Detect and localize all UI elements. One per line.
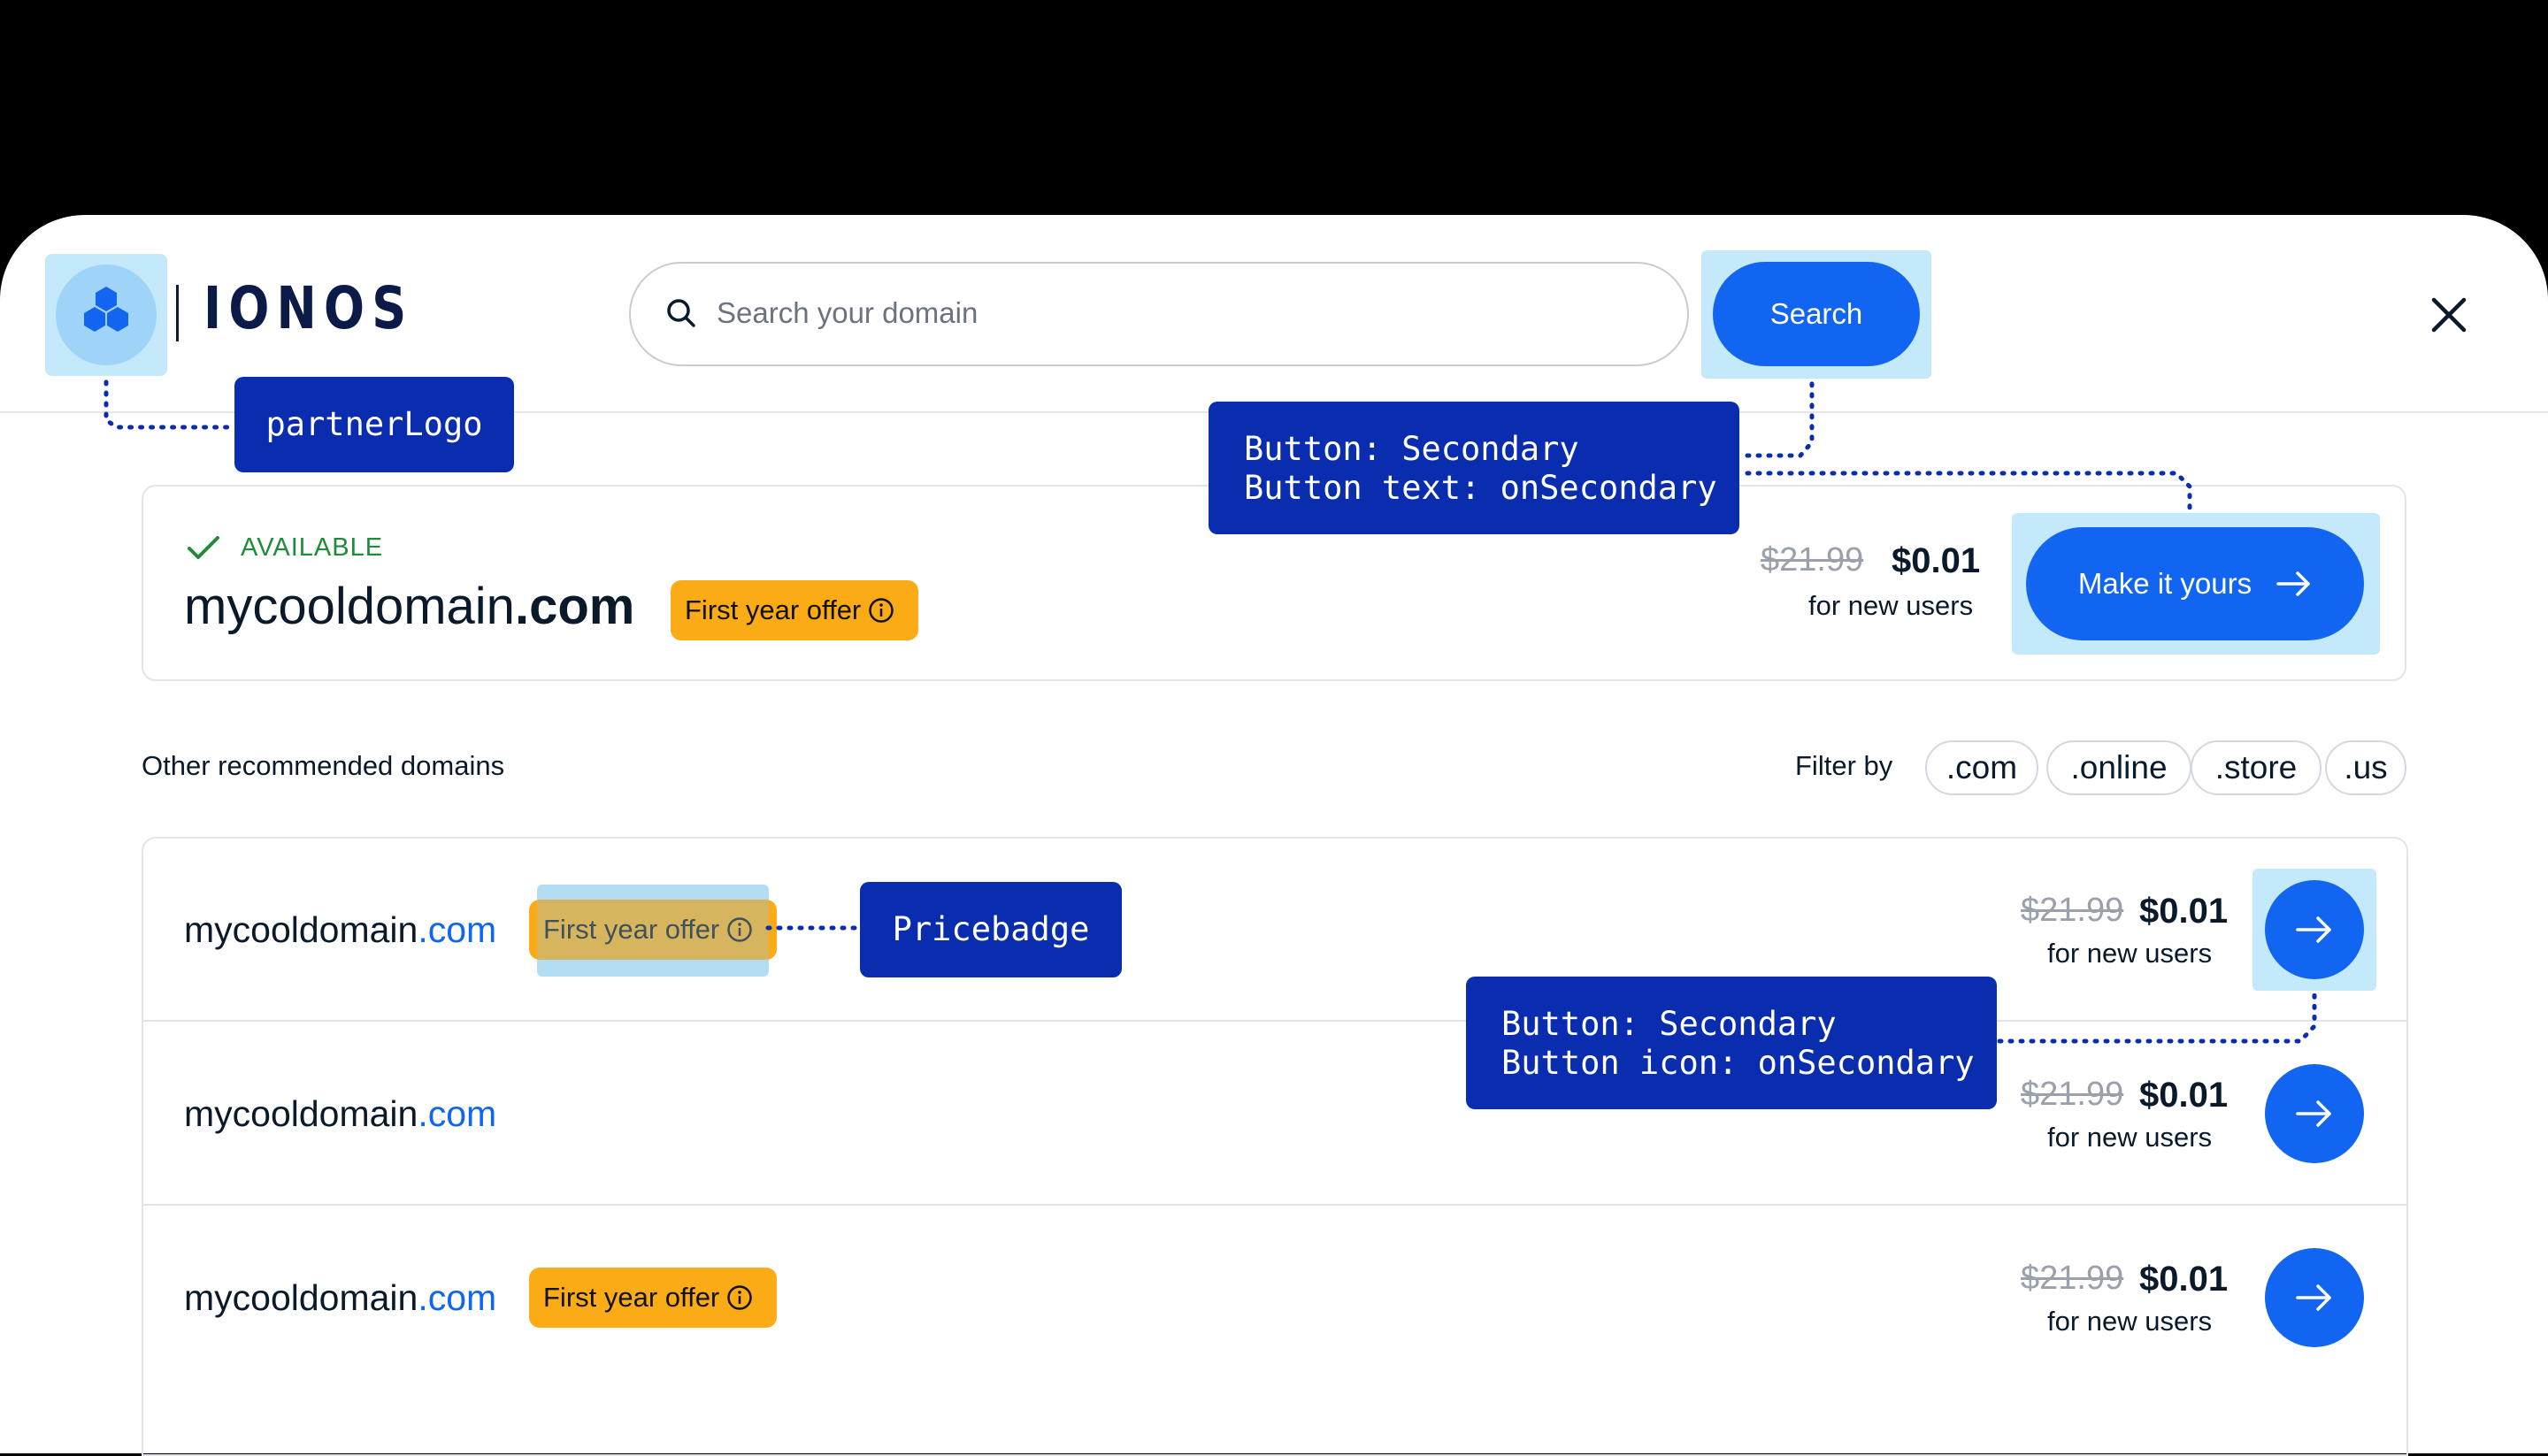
annotation-arrow-button: Button: Secondary Button icon: onSeconda… xyxy=(1466,977,1997,1109)
annotation-search-button: Button: Secondary Button text: onSeconda… xyxy=(1209,402,1739,534)
annotation-connectors xyxy=(104,378,2317,1044)
annotation-partner-logo: partnerLogo xyxy=(234,377,514,472)
annotation-pricebadge: Pricebadge xyxy=(860,882,1122,977)
